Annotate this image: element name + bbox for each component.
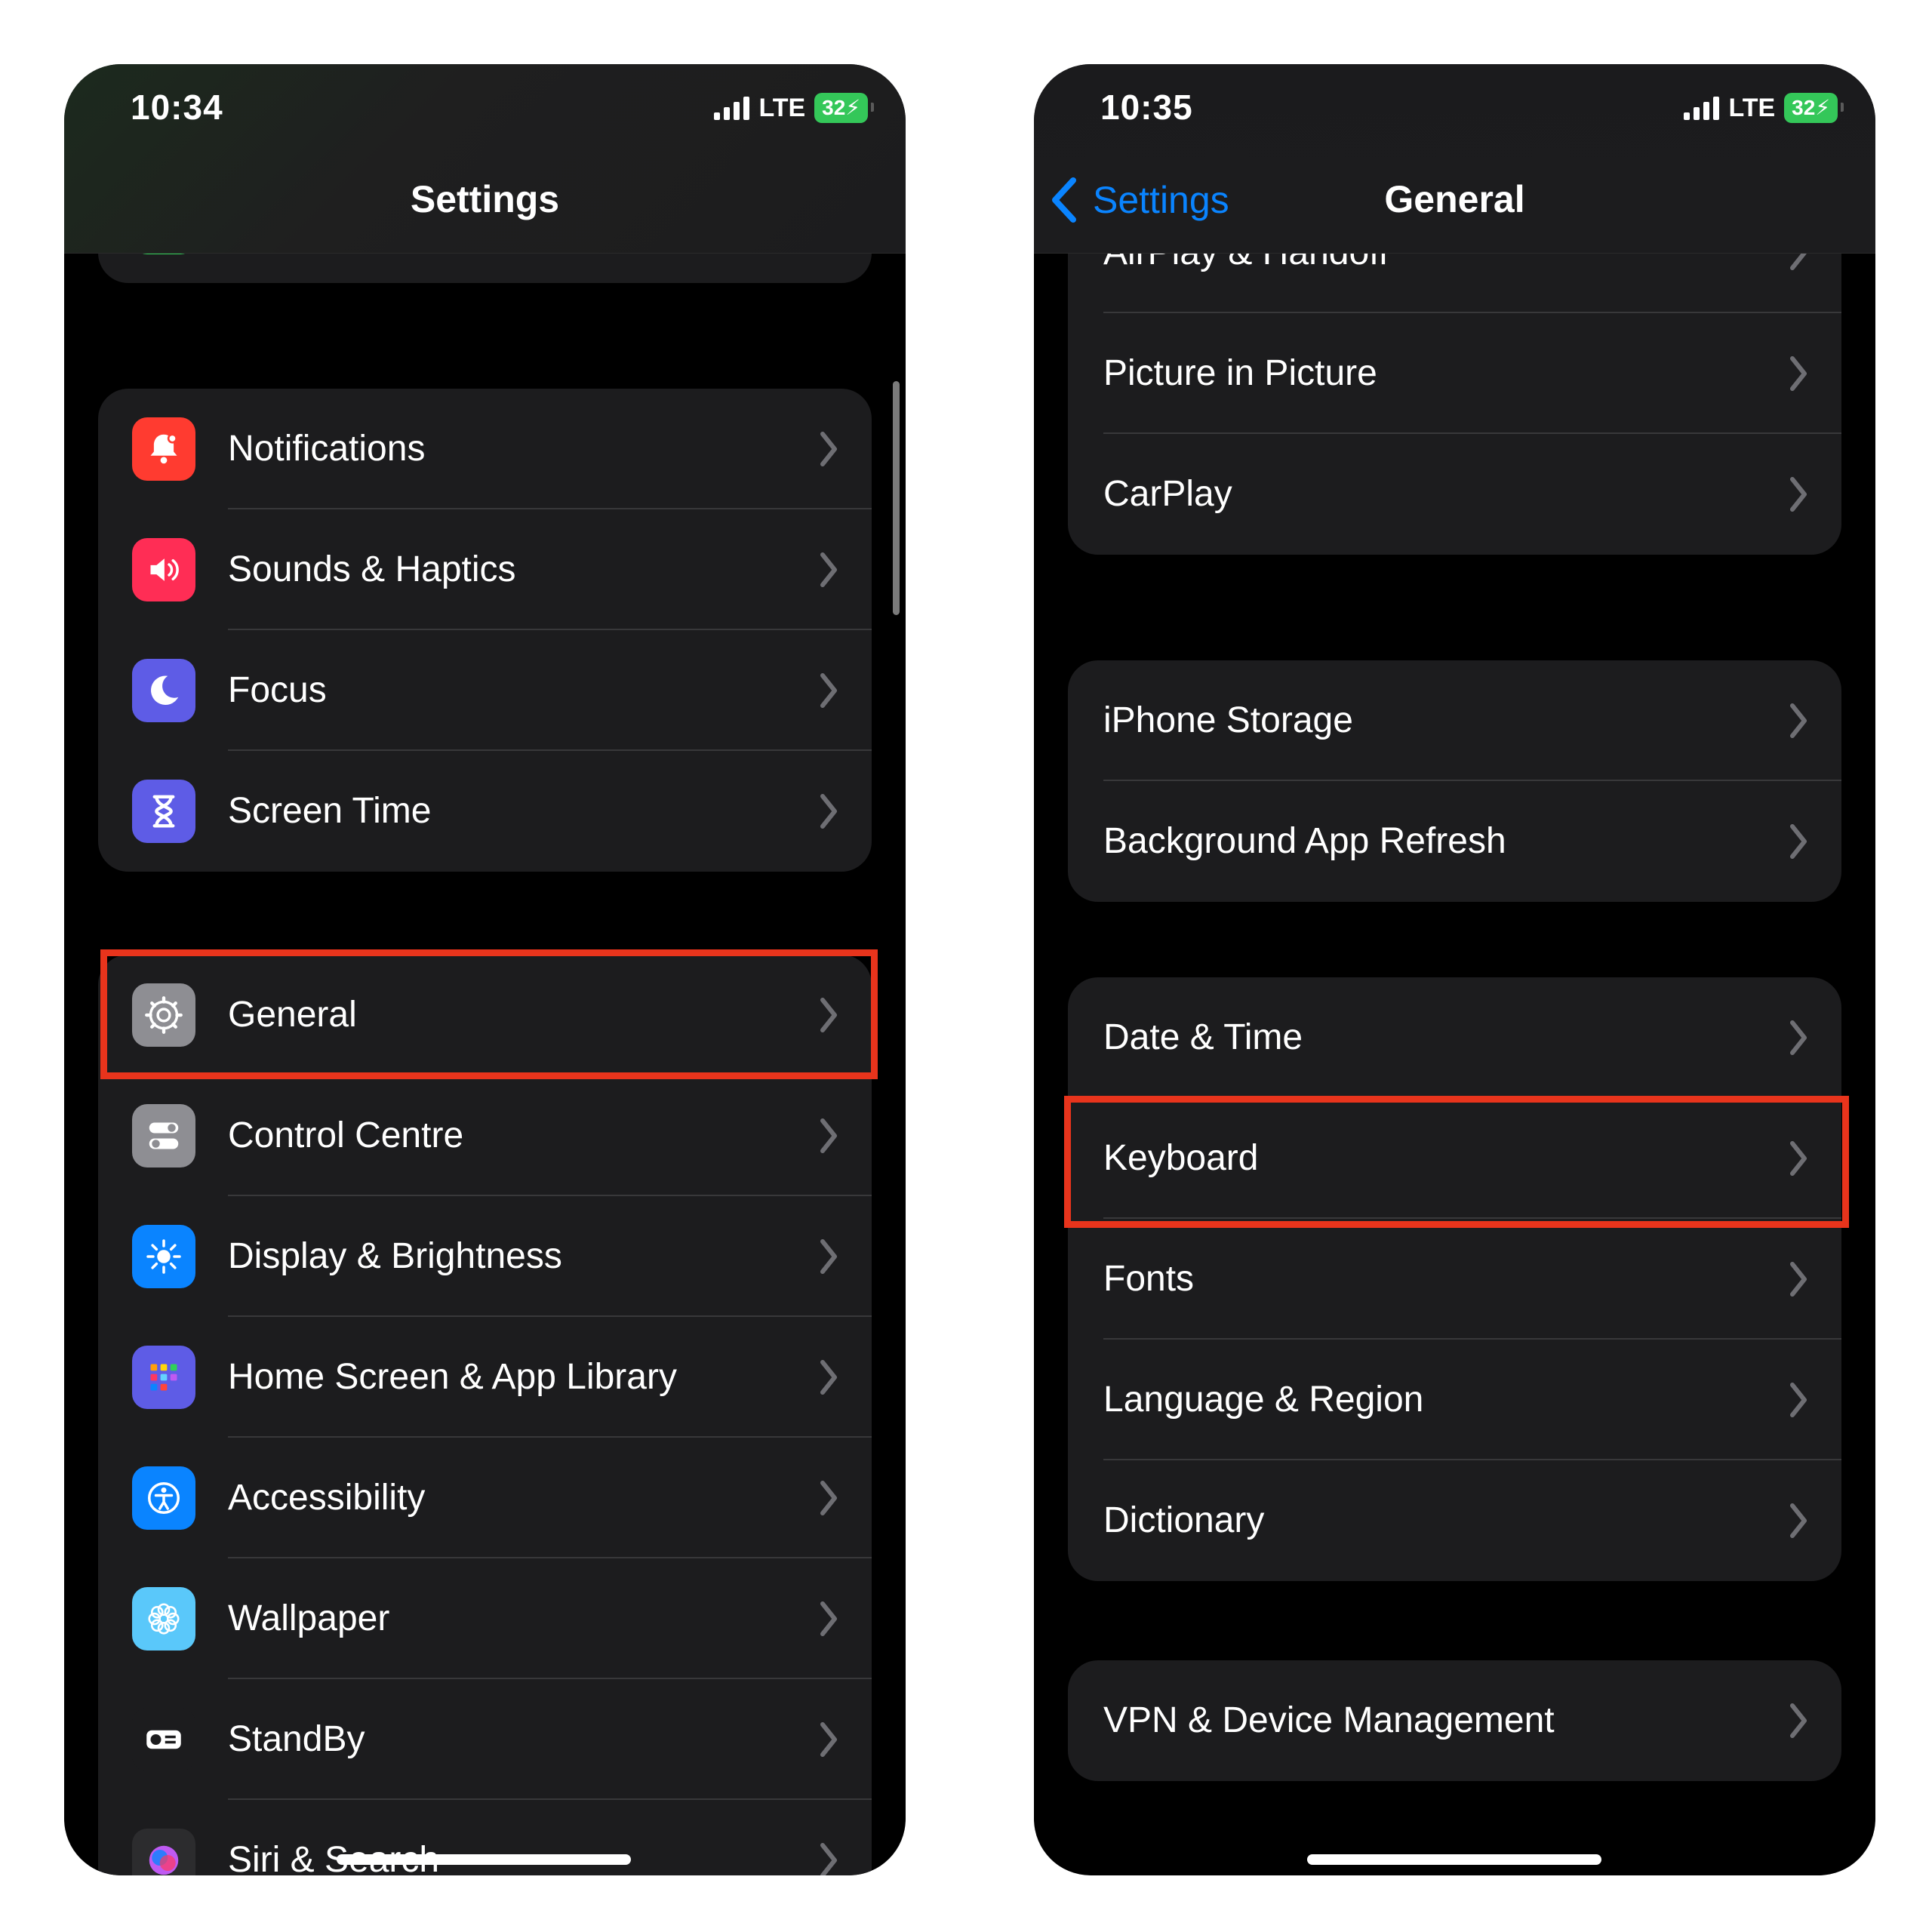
chevron-right-icon (820, 1481, 837, 1515)
settings-row-focus[interactable]: Focus (98, 630, 872, 751)
settings-row-control-centre[interactable]: Control Centre (98, 1075, 872, 1196)
settings-row-date-and-time[interactable]: Date & Time (1068, 977, 1841, 1098)
settings-row-home-screen-and-app-library[interactable]: Home Screen & App Library (98, 1317, 872, 1438)
status-indicators: LTE 32⚡ (714, 93, 874, 123)
row-label: Picture in Picture (1103, 353, 1377, 393)
row-label: Notifications (228, 429, 426, 469)
row-label: Background App Refresh (1103, 821, 1506, 861)
standby-icon (132, 1708, 195, 1771)
home-indicator[interactable] (1307, 1854, 1601, 1865)
app-grid-icon (132, 1346, 195, 1409)
settings-row-accessibility[interactable]: Accessibility (98, 1438, 872, 1558)
battery-level: 32 (822, 96, 846, 119)
row-label: iPhone Storage (1103, 700, 1353, 740)
row-label: StandBy (228, 1719, 365, 1759)
row-label: Sounds & Haptics (228, 549, 516, 589)
moon-icon (132, 659, 195, 722)
settings-row-vpn-and-device-management[interactable]: VPN & Device Management (1068, 1660, 1841, 1781)
speaker-icon (132, 538, 195, 601)
highlight-box-general (100, 949, 878, 1079)
battery-level: 32 (1792, 96, 1816, 119)
row-label: Date & Time (1103, 1017, 1303, 1057)
row-label: Language & Region (1103, 1380, 1424, 1420)
row-label: CarPlay (1103, 474, 1232, 514)
settings-row-notifications[interactable]: Notifications (98, 389, 872, 509)
page-title: General (1384, 178, 1525, 220)
settings-row-dictionary[interactable]: Dictionary (1068, 1460, 1841, 1581)
chevron-right-icon (820, 1722, 837, 1757)
row-label: Accessibility (228, 1478, 426, 1518)
chevron-right-icon (1790, 1503, 1807, 1538)
general-screen: 10:35 LTE 32⚡ Settings General AirPlay &… (1034, 64, 1875, 1875)
chevron-right-icon (1790, 1703, 1807, 1738)
chevron-right-icon (820, 673, 837, 708)
network-type: LTE (1728, 93, 1776, 122)
cellular-signal-icon (714, 96, 750, 120)
chevron-right-icon (820, 1843, 837, 1875)
settings-row-language-and-region[interactable]: Language & Region (1068, 1340, 1841, 1460)
row-label: Control Centre (228, 1115, 464, 1155)
settings-group: Date & Time Keyboard Fonts Language & Regio… (1068, 977, 1841, 1581)
chevron-right-icon (1790, 1262, 1807, 1297)
page-title: Settings (410, 178, 560, 220)
siri-icon (132, 1829, 195, 1875)
chevron-right-icon (820, 1118, 837, 1153)
general-list[interactable]: AirPlay & HandoffPicture in PictureCarPl… (1034, 64, 1875, 1875)
accessibility-icon (132, 1466, 195, 1530)
settings-row-iphone-storage[interactable]: iPhone Storage (1068, 660, 1841, 781)
settings-row-picture-in-picture[interactable]: Picture in Picture (1068, 313, 1841, 434)
status-bar: 10:34 LTE 32⚡ (64, 64, 906, 155)
settings-row-screen-time[interactable]: Screen Time (98, 751, 872, 872)
chevron-right-icon (820, 1601, 837, 1636)
bell-icon (132, 417, 195, 481)
flower-icon (132, 1587, 195, 1651)
settings-row-sounds-and-haptics[interactable]: Sounds & Haptics (98, 509, 872, 630)
status-indicators: LTE 32⚡ (1684, 93, 1844, 123)
hourglass-icon (132, 780, 195, 843)
settings-screen: 10:34 LTE 32⚡ Settings Personal HotspotN… (64, 64, 906, 1875)
sun-icon (132, 1225, 195, 1288)
settings-group: iPhone Storage Background App Refresh (1068, 660, 1841, 902)
chevron-right-icon (820, 794, 837, 829)
row-label: Display & Brightness (228, 1236, 562, 1276)
network-type: LTE (758, 93, 806, 122)
settings-row-fonts[interactable]: Fonts (1068, 1219, 1841, 1340)
cellular-signal-icon (1684, 96, 1720, 120)
settings-row-background-app-refresh[interactable]: Background App Refresh (1068, 781, 1841, 902)
settings-group: Notifications Sounds & Haptics Focus Screen… (98, 389, 872, 872)
status-time: 10:35 (1100, 88, 1193, 127)
chevron-right-icon (1790, 1383, 1807, 1417)
chevron-right-icon (1790, 703, 1807, 738)
chevron-right-icon (820, 1239, 837, 1274)
row-label: Wallpaper (228, 1598, 390, 1638)
chevron-right-icon (1790, 824, 1807, 859)
scroll-indicator[interactable] (893, 381, 900, 615)
settings-row-carplay[interactable]: CarPlay (1068, 434, 1841, 555)
status-bar: 10:35 LTE 32⚡ (1034, 64, 1875, 155)
chevron-right-icon (1790, 1020, 1807, 1055)
status-time: 10:34 (131, 88, 223, 127)
highlight-box-keyboard (1064, 1096, 1849, 1228)
row-label: Focus (228, 670, 327, 710)
chevron-right-icon (820, 552, 837, 587)
settings-row-standby[interactable]: StandBy (98, 1679, 872, 1800)
toggles-icon (132, 1104, 195, 1168)
settings-group: VPN & Device Management (1068, 1660, 1841, 1781)
row-label: Screen Time (228, 791, 432, 831)
row-label: VPN & Device Management (1103, 1700, 1555, 1740)
settings-row-wallpaper[interactable]: Wallpaper (98, 1558, 872, 1679)
chevron-right-icon (1790, 356, 1807, 391)
battery-indicator: 32⚡ (814, 93, 874, 123)
chevron-right-icon (820, 1360, 837, 1395)
settings-row-display-and-brightness[interactable]: Display & Brightness (98, 1196, 872, 1317)
settings-group: General Control Centre Display & Brightnes… (98, 955, 872, 1875)
row-label: Fonts (1103, 1259, 1195, 1299)
row-label: Home Screen & App Library (228, 1357, 677, 1397)
row-label: Dictionary (1103, 1500, 1265, 1540)
chevron-right-icon (820, 432, 837, 466)
home-indicator[interactable] (337, 1854, 631, 1865)
battery-indicator: 32⚡ (1784, 93, 1844, 123)
chevron-right-icon (1790, 477, 1807, 512)
